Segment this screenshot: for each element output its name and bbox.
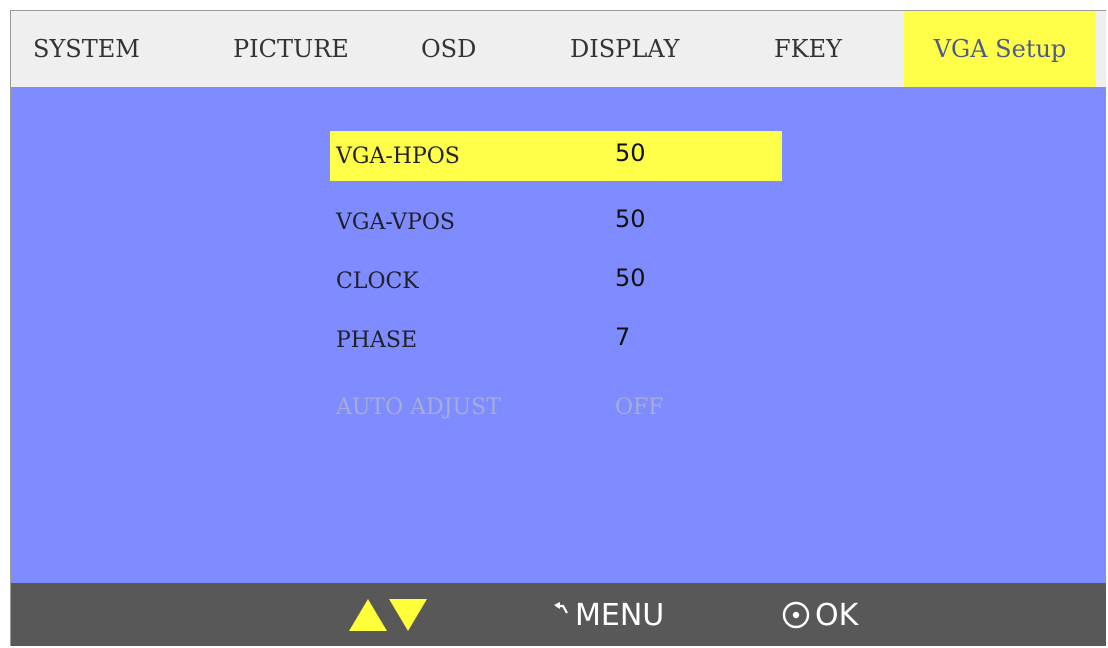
up-down-arrows-icon xyxy=(349,583,427,646)
tab-bar: SYSTEM PICTURE OSD DISPLAY FKEY VGA Setu… xyxy=(11,11,1106,87)
menu-item-clock[interactable]: CLOCK 50 xyxy=(330,256,782,306)
menu-item-value: 50 xyxy=(615,205,646,233)
menu-item-label: VGA-VPOS xyxy=(336,210,455,235)
menu-item-vga-hpos[interactable]: VGA-HPOS 50 xyxy=(330,131,782,181)
circle-dot-icon xyxy=(782,601,810,629)
menu-item-value: 7 xyxy=(615,323,631,351)
button-hint-bar: MENU OK xyxy=(11,583,1106,646)
down-arrow-icon xyxy=(389,599,427,631)
menu-item-value: 50 xyxy=(615,264,646,292)
menu-item-value: OFF xyxy=(615,395,664,420)
menu-item-vga-vpos[interactable]: VGA-VPOS 50 xyxy=(330,197,782,247)
tab-osd[interactable]: OSD xyxy=(421,11,476,87)
menu-item-label: VGA-HPOS xyxy=(336,144,460,169)
menu-item-value: 50 xyxy=(615,139,646,167)
menu-item-label: CLOCK xyxy=(336,269,419,294)
menu-hint-label: MENU xyxy=(575,597,665,633)
tab-display[interactable]: DISPLAY xyxy=(570,11,679,87)
settings-panel: VGA-HPOS 50 VGA-VPOS 50 CLOCK 50 PHASE 7… xyxy=(11,87,1106,583)
tab-vga-setup[interactable]: VGA Setup xyxy=(904,11,1096,87)
tab-picture[interactable]: PICTURE xyxy=(233,11,349,87)
ok-hint: OK xyxy=(781,583,858,646)
menu-item-auto-adjust: AUTO ADJUST OFF xyxy=(330,382,782,432)
menu-item-label: PHASE xyxy=(336,328,418,353)
ok-hint-label: OK xyxy=(815,597,859,633)
tab-fkey[interactable]: FKEY xyxy=(774,11,842,87)
osd-menu: SYSTEM PICTURE OSD DISPLAY FKEY VGA Setu… xyxy=(10,10,1106,646)
menu-hint: MENU xyxy=(551,583,664,646)
tab-system[interactable]: SYSTEM xyxy=(33,11,140,87)
menu-item-label: AUTO ADJUST xyxy=(336,395,501,420)
back-arrow-icon xyxy=(554,602,568,614)
up-arrow-icon xyxy=(349,599,387,631)
menu-item-phase[interactable]: PHASE 7 xyxy=(330,315,782,365)
